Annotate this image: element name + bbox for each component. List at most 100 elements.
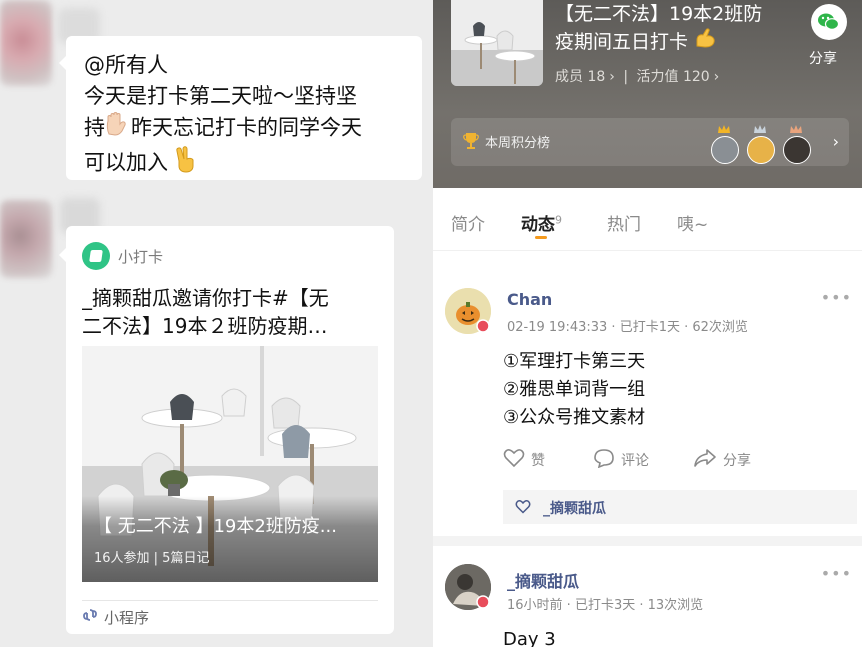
chevron-right-icon: › xyxy=(832,132,839,151)
chat-message-bubble[interactable]: @所有人 今天是打卡第二天啦～坚持坚 持 昨天忘记打卡的同学今天 可以加入 xyxy=(59,36,422,182)
flexed-biceps-icon xyxy=(694,28,716,53)
mini-program-link-icon xyxy=(82,607,98,627)
heart-outline-icon xyxy=(503,448,525,472)
share-label: 分享 xyxy=(723,453,751,469)
group-title-line: 【无二不法】19本2班防 xyxy=(555,3,763,25)
message-line-1: @所有人 xyxy=(84,53,168,77)
group-title-line: 疫期间五日打卡 xyxy=(555,28,791,56)
bubble-tail xyxy=(59,56,66,70)
post-views: 13次浏览 xyxy=(647,598,704,613)
post-actions: 赞 评论 分享 xyxy=(503,448,843,470)
message-line-4-text: 可以加入 xyxy=(84,150,168,175)
share-button[interactable]: 分享 xyxy=(693,448,751,472)
share-label[interactable]: 分享 xyxy=(809,48,837,68)
leaderboard-avatars xyxy=(709,124,819,164)
xiaodaka-logo-icon xyxy=(82,242,110,270)
post-checked-in: 已打卡1天 xyxy=(619,320,680,335)
mini-program-header: 小打卡 xyxy=(82,242,163,270)
post-body: Day 3 xyxy=(503,626,556,647)
stats-divider: | xyxy=(623,69,629,85)
comment-button[interactable]: 评论 xyxy=(593,448,649,472)
crown-silver-icon xyxy=(754,125,766,133)
mini-program-cover-image: 【 无二不法 】19本2班防疫... 16人参加 | 5篇日记 xyxy=(82,346,378,582)
author-name[interactable]: Chan xyxy=(507,290,552,309)
tab-badge: 9 xyxy=(555,213,562,227)
weekly-leaderboard[interactable]: 本周积分榜 › xyxy=(451,118,849,166)
tab-label: 热门 xyxy=(607,215,641,235)
group-cover-image[interactable] xyxy=(451,0,543,86)
mini-program-label: 小程序 xyxy=(104,608,150,627)
cover-title: 【 无二不法 】19本2班防疫... xyxy=(94,516,337,537)
tab-intro[interactable]: 简介 xyxy=(451,210,485,235)
group-activity[interactable]: 活力值 120 xyxy=(637,69,710,85)
group-members[interactable]: 成员 18 xyxy=(555,69,605,85)
tab-other[interactable]: 咦~ xyxy=(677,210,708,235)
leaderboard-avatar-3 xyxy=(783,136,811,164)
liked-by-row: _摘颗甜瓜 xyxy=(503,490,857,524)
sender-avatar[interactable] xyxy=(0,0,52,86)
post-time: 16小时前 xyxy=(507,598,563,613)
tab-feed[interactable]: 动态9 xyxy=(521,210,562,235)
mini-program-footer: 小程序 xyxy=(82,606,149,628)
comment-label: 评论 xyxy=(621,453,649,469)
like-label: 赞 xyxy=(531,453,545,469)
mini-program-title: _摘颗甜瓜邀请你打卡#【无 二不法】19本２班防疫期… xyxy=(82,284,382,340)
post-body: ①军理打卡第三天 ②雅思单词背一组 ③公众号推文素材 xyxy=(503,348,645,432)
pumpkin-avatar-icon xyxy=(445,288,491,334)
message-line-4: 可以加入 xyxy=(84,145,406,182)
chevron-right-icon: › xyxy=(713,69,720,85)
mini-program-title-line: 二不法】19本２班防疫期… xyxy=(82,314,328,338)
crown-gold-icon xyxy=(718,125,730,133)
cafe-thumbnail xyxy=(451,0,543,86)
message-line-3b-text: 昨天忘记打卡的同学今天 xyxy=(131,115,362,140)
more-options-icon[interactable]: ••• xyxy=(821,288,852,307)
message-line-3-text: 持 xyxy=(84,115,105,140)
group-stats: 成员 18 › | 活力值 120 › xyxy=(555,66,723,86)
author-name[interactable]: _摘颗甜瓜 xyxy=(507,568,579,592)
mini-program-source: 小打卡 xyxy=(118,247,164,266)
like-button[interactable]: 赞 xyxy=(503,448,545,472)
post-meta: 16小时前 · 已打卡3天 · 13次浏览 xyxy=(507,598,704,613)
comment-icon xyxy=(593,448,615,472)
tab-label: 动态 xyxy=(521,215,555,235)
share-arrow-icon xyxy=(693,448,717,472)
bubble-tail xyxy=(59,248,66,262)
message-line-3: 持 昨天忘记打卡的同学今天 xyxy=(84,112,406,145)
author-avatar[interactable] xyxy=(445,564,491,610)
mini-program-title-line: _摘颗甜瓜邀请你打卡#【无 xyxy=(82,286,329,310)
liked-by-name[interactable]: _摘颗甜瓜 xyxy=(543,498,606,518)
card-divider xyxy=(82,600,378,601)
group-title: 【无二不法】19本2班防 疫期间五日打卡 xyxy=(555,0,791,56)
active-tab-indicator xyxy=(535,236,547,239)
tab-hot[interactable]: 热门 xyxy=(607,210,641,235)
post-checked-in: 已打卡3天 xyxy=(574,598,636,613)
post-body-line: Day 3 xyxy=(503,629,556,647)
post-separator xyxy=(433,536,862,546)
raised-hand-icon xyxy=(105,112,131,145)
mini-program-card[interactable]: 小打卡 _摘颗甜瓜邀请你打卡#【无 二不法】19本２班防疫期… 【 无二不法 】… xyxy=(59,226,394,634)
group-header: 【无二不法】19本2班防 疫期间五日打卡 成员 18 › | 活力值 120 › 分… xyxy=(433,0,862,188)
sender-avatar[interactable] xyxy=(0,200,52,278)
cover-meta: 16人参加 | 5篇日记 xyxy=(94,551,210,566)
more-options-icon[interactable]: ••• xyxy=(821,564,852,583)
author-avatar[interactable] xyxy=(445,288,491,334)
post-body-line: ②雅思单词背一组 xyxy=(503,379,646,400)
post-views: 62次浏览 xyxy=(692,320,748,335)
photo-avatar-icon xyxy=(445,564,491,610)
group-title-line-2: 疫期间五日打卡 xyxy=(555,31,689,53)
post-time: 02-19 19:43:33 xyxy=(507,320,608,335)
leaderboard-avatar-1 xyxy=(711,136,739,164)
leaderboard-label: 本周积分榜 xyxy=(485,136,551,151)
group-page: 【无二不法】19本2班防 疫期间五日打卡 成员 18 › | 活力值 120 › 分… xyxy=(433,0,862,647)
post-meta: 02-19 19:43:33 · 已打卡1天 · 62次浏览 xyxy=(507,320,748,335)
leaderboard-avatar-2 xyxy=(747,136,775,164)
share-wechat-button[interactable] xyxy=(811,4,847,40)
heart-small-icon xyxy=(515,499,531,518)
message-line-2: 今天是打卡第二天啦～坚持坚 xyxy=(84,84,357,108)
wechat-icon xyxy=(811,13,847,44)
crown-bronze-icon xyxy=(790,125,802,133)
tab-label: 简介 xyxy=(451,215,485,235)
victory-hand-icon xyxy=(175,145,199,182)
chat-panel: @所有人 今天是打卡第二天啦～坚持坚 持 昨天忘记打卡的同学今天 可以加入 小打卡… xyxy=(0,0,433,647)
chevron-right-icon: › xyxy=(609,69,615,85)
